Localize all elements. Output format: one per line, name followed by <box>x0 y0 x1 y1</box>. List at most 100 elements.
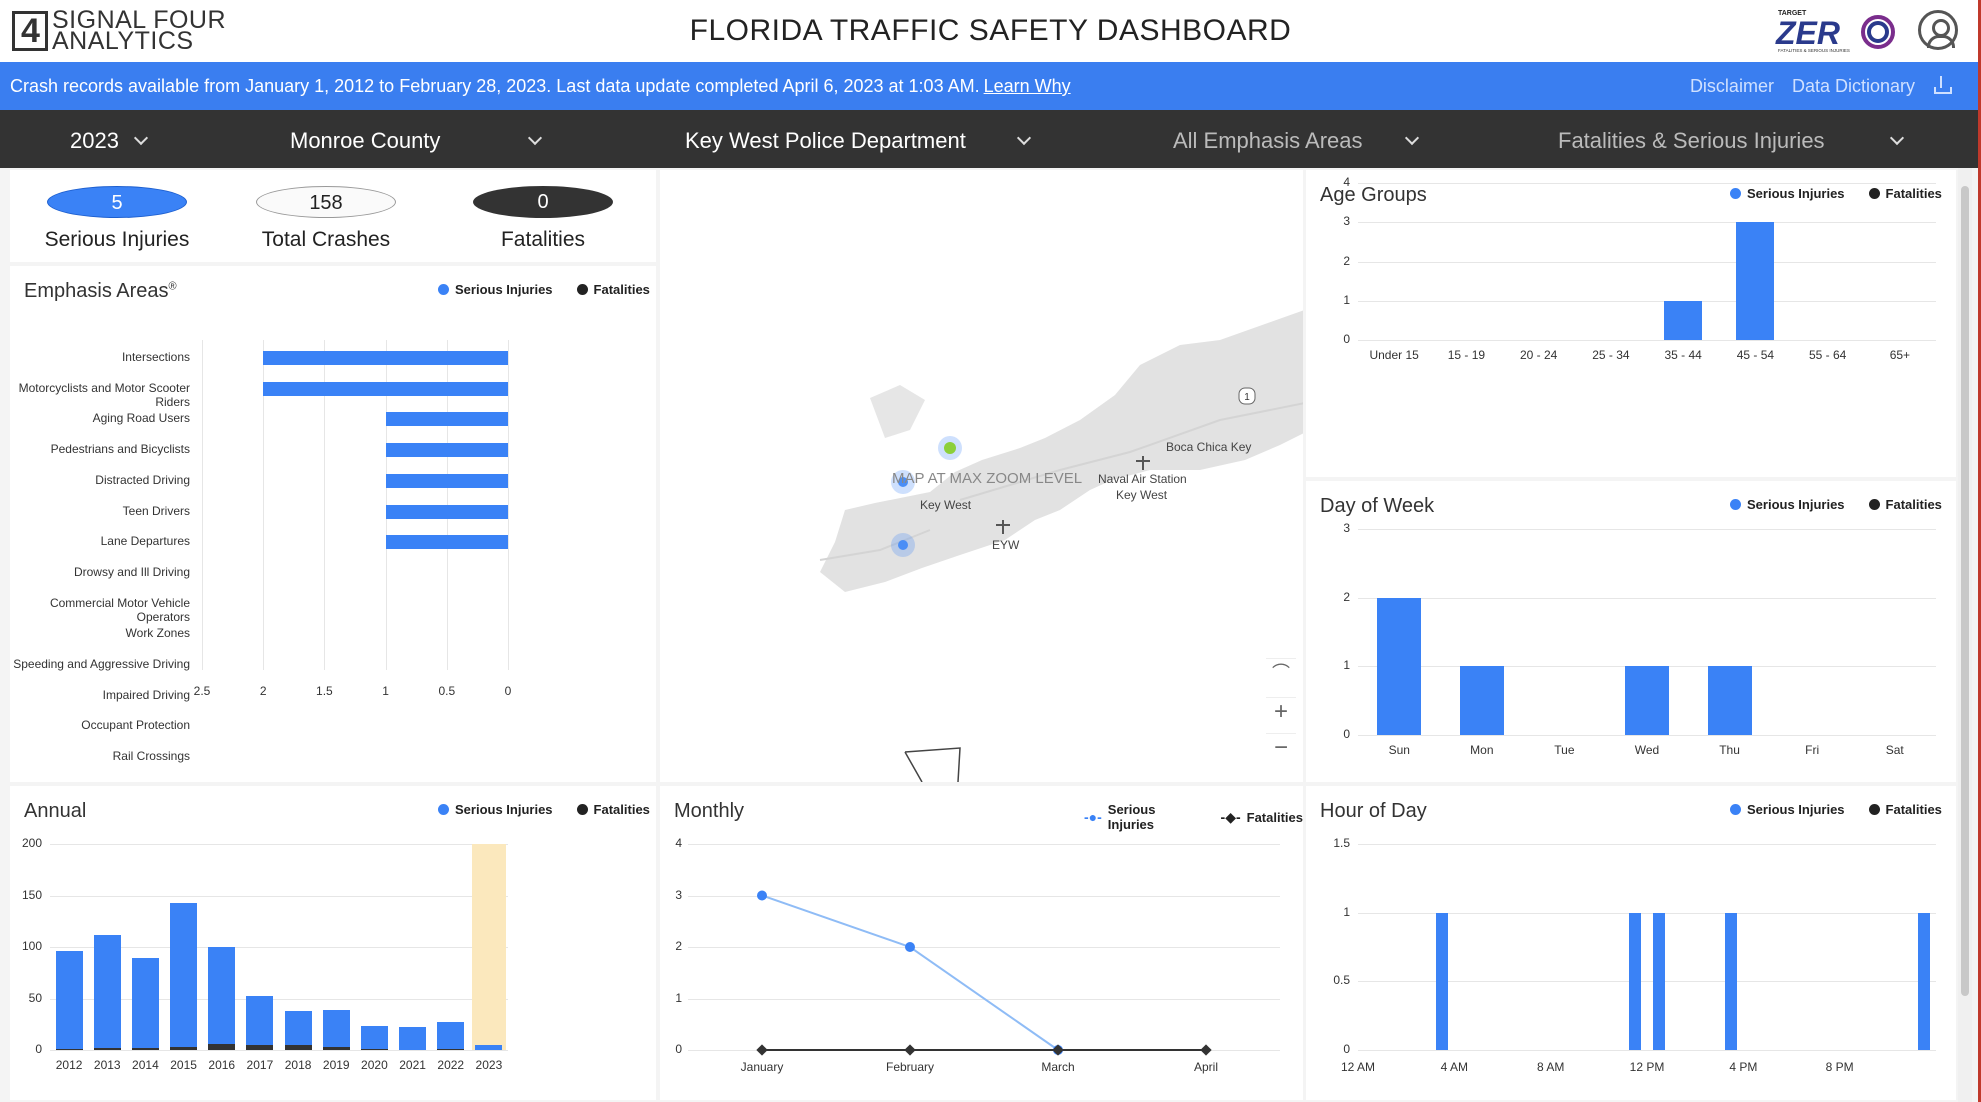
y-tick-label: 0 <box>1343 332 1350 346</box>
fatal-legend-label[interactable]: Fatalities <box>1886 802 1942 817</box>
category-label: Motorcyclists and Motor Scooter Riders <box>18 380 190 409</box>
serious-point[interactable] <box>757 890 767 901</box>
scrollbar-thumb[interactable] <box>1961 186 1969 996</box>
serious-bar <box>93 934 121 1050</box>
hour-of-day-panel: Hour of Day Serious Injuries Fatalities … <box>1306 786 1956 1100</box>
annual-legend: Serious Injuries Fatalities <box>438 802 650 817</box>
agency-filter[interactable]: Key West Police Department <box>685 128 1035 154</box>
serious-bar <box>208 947 236 1050</box>
serious-bar <box>385 504 508 519</box>
fatal-bar <box>208 1043 236 1050</box>
serious-bar <box>322 1009 350 1050</box>
y-tick-label: 3 <box>1343 214 1350 229</box>
emphasis-filter[interactable]: All Emphasis Areas <box>1173 128 1423 154</box>
serious-legend-swatch <box>438 804 449 815</box>
emphasis-areas-title: Emphasis Areas® <box>24 280 177 303</box>
y-tick-label: 2 <box>1343 589 1350 604</box>
serious-legend-label[interactable]: Serious Injuries <box>455 802 553 817</box>
serious-legend-label[interactable]: Serious Injuries <box>1747 497 1845 512</box>
serious-bar <box>360 1026 388 1050</box>
learn-why-link[interactable]: Learn Why <box>984 76 1071 96</box>
y-tick-label: 100 <box>21 939 42 953</box>
serious-legend-label[interactable]: Serious Injuries <box>1747 186 1845 201</box>
serious-bar <box>1625 666 1669 735</box>
y-tick-label: 0 <box>1343 1042 1350 1056</box>
year-filter-value: 2023 <box>70 128 119 153</box>
y-gridline <box>1358 300 1936 302</box>
info-links: Disclaimer Data Dictionary <box>1690 76 1952 97</box>
x-tick-label: 1 <box>382 684 389 698</box>
fatalities-count[interactable]: 0 <box>473 186 613 218</box>
fatal-legend-label[interactable]: Fatalities <box>594 282 650 297</box>
total-crashes-count[interactable]: 158 <box>256 186 396 218</box>
serious-bar <box>1664 300 1703 340</box>
category-label: Intersections <box>121 350 190 364</box>
category-label: Commercial Motor Vehicle Operators <box>49 595 190 624</box>
serious-bar <box>170 902 198 1050</box>
data-dictionary-link[interactable]: Data Dictionary <box>1792 76 1915 97</box>
florida-icon[interactable]: ⌒ <box>1266 658 1296 688</box>
year-filter[interactable]: 2023 <box>70 128 160 154</box>
category-label: Impaired Driving <box>102 687 190 702</box>
y-tick-label: 1 <box>1343 904 1350 919</box>
serious-point[interactable] <box>905 942 915 952</box>
serious-bar <box>1653 912 1666 1050</box>
serious-bar <box>385 473 508 488</box>
y-gridline <box>1358 1050 1936 1051</box>
y-tick-label: 0.5 <box>1333 973 1350 988</box>
page-scrollbar[interactable] <box>1958 168 1972 1102</box>
fatal-legend-swatch <box>1868 804 1880 815</box>
chevron-down-icon <box>527 130 543 146</box>
zoom-in-icon[interactable]: + <box>1266 697 1296 727</box>
emphasis-filter-value: All Emphasis Areas <box>1173 128 1363 153</box>
total-crashes-label: Total Crashes <box>261 228 391 251</box>
serious-bar <box>385 412 508 427</box>
disclaimer-link[interactable]: Disclaimer <box>1690 76 1774 97</box>
fatal-point[interactable] <box>904 1044 916 1056</box>
fatal-point[interactable] <box>756 1044 768 1056</box>
agency-filter-value: Key West Police Department <box>685 128 966 153</box>
x-tick-label: 1.5 <box>316 684 333 698</box>
county-filter-value: Monroe County <box>290 128 441 153</box>
fatal-legend-label[interactable]: Fatalities <box>1886 497 1942 512</box>
fatal-legend-swatch <box>1868 499 1880 510</box>
download-icon[interactable] <box>1933 76 1952 94</box>
serious-bar <box>1628 912 1641 1050</box>
dow-legend: Serious Injuries Fatalities <box>1730 497 1942 512</box>
serious-legend-label[interactable]: Serious Injuries <box>1747 802 1845 817</box>
y-tick-label: 50 <box>28 990 42 1005</box>
annual-title: Annual <box>24 800 87 822</box>
serious-legend-label[interactable]: Serious Injuries <box>455 282 553 297</box>
user-account-icon[interactable] <box>1918 10 1958 50</box>
crash-heat-point-core <box>898 540 908 550</box>
map-outline-marker <box>904 747 961 782</box>
x-tick-label: Fri <box>1805 743 1820 757</box>
serious-bar <box>1377 597 1422 735</box>
monthly-line-plot <box>756 890 1212 1056</box>
age-groups-panel: Age Groups Serious Injuries Fatalities 0… <box>1306 170 1956 477</box>
route-number: 1 <box>1244 392 1250 403</box>
x-tick-label: 0.5 <box>438 684 456 698</box>
y-gridline <box>50 895 508 897</box>
emphasis-areas-panel: Emphasis Areas® Serious Injuries Fatalit… <box>10 266 656 782</box>
county-filter[interactable]: Monroe County <box>290 128 550 154</box>
serious-legend-swatch <box>438 284 449 295</box>
severity-filter[interactable]: Fatalities & Serious Injuries <box>1558 128 1908 154</box>
fatal-bar <box>322 1046 350 1050</box>
info-icon[interactable]: ® <box>169 280 177 292</box>
serious-bar <box>263 351 508 365</box>
fatal-legend-label[interactable]: Fatalities <box>594 802 650 817</box>
serious-bar <box>399 1027 427 1050</box>
category-label: Drowsy and Ill Driving <box>73 564 190 579</box>
fatal-legend-label[interactable]: Fatalities <box>1886 186 1942 201</box>
x-tick-label: 8 AM <box>1536 1060 1565 1074</box>
island-shape <box>870 385 925 438</box>
chevron-down-icon <box>1889 130 1905 146</box>
zoom-out-icon[interactable]: − <box>1266 733 1296 763</box>
x-tick-label: 15 - 19 <box>1447 348 1486 362</box>
serious-injuries-count[interactable]: 5 <box>47 186 187 218</box>
y-gridline <box>1358 261 1936 263</box>
fatal-point[interactable] <box>1200 1044 1212 1056</box>
crash-map[interactable]: 1 MAP AT MAX ZOOM LEVEL Key West EYW Nav… <box>660 170 1303 782</box>
emphasis-legend: Serious Injuries Fatalities <box>438 282 650 297</box>
